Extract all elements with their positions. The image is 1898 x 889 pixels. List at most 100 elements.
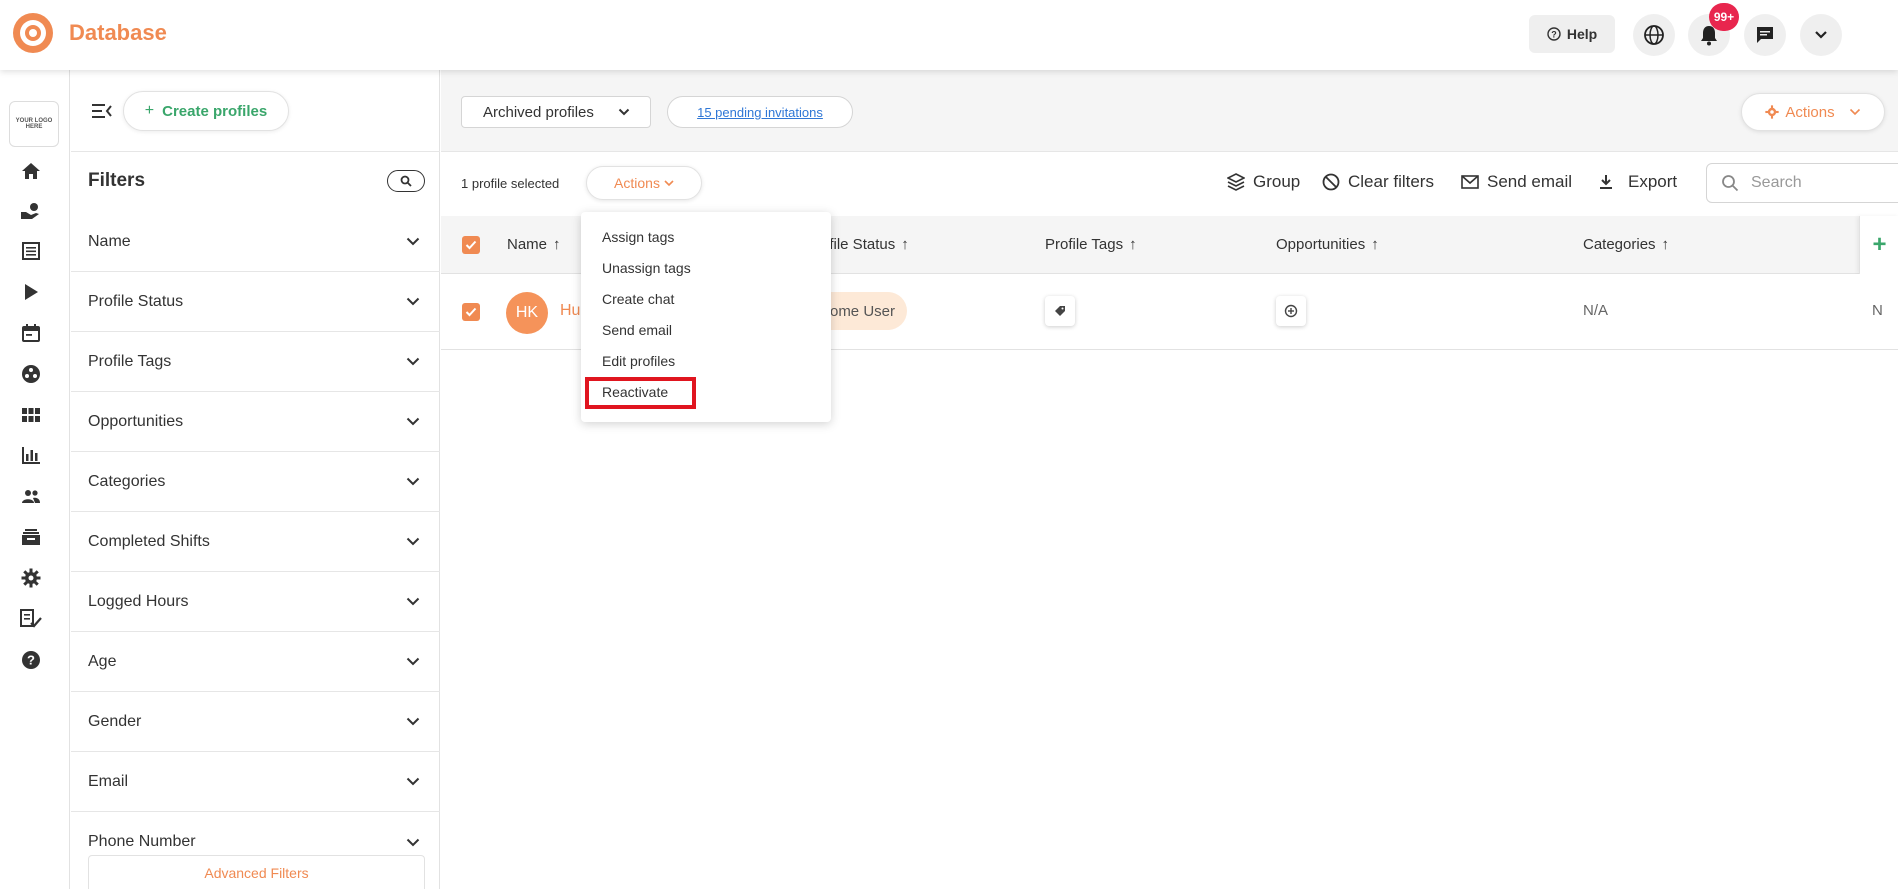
chevron-down-icon (406, 357, 420, 366)
globe-icon (1644, 25, 1664, 45)
filter-name[interactable]: Name (71, 212, 440, 272)
filter-categories[interactable]: Categories (71, 452, 440, 512)
filter-email[interactable]: Email (71, 752, 440, 812)
sort-arrow-icon: ↑ (553, 236, 561, 253)
chevron-down-icon (406, 477, 420, 486)
play-icon[interactable] (20, 281, 42, 303)
sort-arrow-icon: ↑ (901, 236, 909, 253)
clear-filters-label: Clear filters (1348, 172, 1434, 191)
search-icon (1722, 175, 1739, 192)
menu-item-assign-tags[interactable]: Assign tags (602, 229, 674, 245)
search-box[interactable] (1706, 163, 1898, 203)
filters-header: + Create profiles (71, 70, 440, 152)
filter-gender[interactable]: Gender (71, 692, 440, 752)
add-opportunity-button[interactable] (1276, 296, 1306, 326)
column-header-name[interactable]: Name ↑ (507, 236, 561, 253)
export-label: Export (1628, 172, 1678, 191)
filter-label: Phone Number (88, 833, 196, 850)
chevron-down-icon (406, 537, 420, 546)
profile-view-select[interactable]: Archived profiles (461, 96, 651, 128)
row-checkbox[interactable] (462, 303, 480, 321)
pending-invitations-link[interactable]: 15 pending invitations (667, 96, 853, 128)
svg-text:?: ? (1551, 30, 1557, 40)
chevron-down-icon (406, 297, 420, 306)
create-profiles-button[interactable]: + Create profiles (123, 91, 289, 131)
menu-item-edit-profiles[interactable]: Edit profiles (602, 353, 675, 369)
add-column-button[interactable]: + (1859, 216, 1898, 274)
categories-cell: N/A (1583, 302, 1609, 319)
grid-icon[interactable] (20, 404, 42, 426)
app-logo-icon[interactable] (12, 12, 54, 54)
filters-search-button[interactable] (387, 170, 425, 192)
calendar-icon[interactable] (20, 322, 42, 344)
bulk-actions-button[interactable]: Actions (586, 166, 702, 200)
column-header-profile-tags[interactable]: Profile Tags ↑ (1045, 236, 1137, 253)
filter-label: Age (88, 652, 117, 670)
gear-icon[interactable] (20, 567, 42, 589)
bulk-actions-label: Actions (614, 175, 660, 191)
language-button[interactable] (1633, 14, 1675, 56)
menu-item-create-chat[interactable]: Create chat (602, 291, 674, 307)
select-all-checkbox[interactable] (462, 236, 480, 254)
sort-arrow-icon: ↑ (1661, 236, 1670, 253)
group-button[interactable]: Group (1227, 172, 1300, 192)
advanced-filters-button[interactable]: Advanced Filters (88, 855, 425, 889)
filter-label: Gender (88, 712, 142, 730)
group-circle-icon[interactable] (20, 363, 42, 385)
search-input[interactable] (1751, 174, 1871, 192)
column-header-opportunities[interactable]: Opportunities ↑ (1276, 236, 1379, 253)
chevron-down-icon (664, 179, 674, 186)
clear-filters-button[interactable]: Clear filters (1322, 172, 1434, 192)
main-actions-button[interactable]: Actions (1741, 93, 1885, 131)
filter-profile-status[interactable]: Profile Status (71, 272, 440, 332)
home-icon[interactable] (20, 160, 42, 182)
volunteer-icon[interactable] (20, 200, 42, 222)
chevron-down-icon (406, 417, 420, 426)
filter-label: Name (88, 232, 131, 250)
main-top-bar: Archived profiles 15 pending invitations… (441, 70, 1898, 152)
filter-profile-tags[interactable]: Profile Tags (71, 332, 440, 392)
send-email-button[interactable]: Send email (1461, 172, 1572, 192)
filter-age[interactable]: Age (71, 632, 440, 692)
column-header-profile-status[interactable]: ofile Status ↑ (821, 236, 909, 253)
collapse-menu-icon[interactable] (91, 102, 113, 120)
people-icon[interactable] (20, 485, 42, 507)
inbox-icon[interactable] (20, 526, 42, 548)
check-icon (465, 240, 477, 250)
help-button[interactable]: ? Help (1529, 15, 1615, 53)
chevron-down-icon (406, 657, 420, 666)
checklist-icon[interactable] (20, 608, 42, 630)
profile-name-link[interactable]: Hu (560, 302, 580, 320)
notification-badge: 99+ (1709, 3, 1739, 31)
column-header-categories[interactable]: Categories ↑ (1583, 236, 1669, 253)
chevron-down-icon (406, 237, 420, 246)
avatar: HK (506, 292, 548, 334)
column-label: Name (507, 236, 548, 253)
menu-item-send-email[interactable]: Send email (602, 322, 672, 338)
chart-icon[interactable] (20, 444, 42, 466)
filter-logged-hours[interactable]: Logged Hours (71, 572, 440, 632)
account-menu-button[interactable] (1800, 14, 1842, 56)
filter-opportunities[interactable]: Opportunities (71, 392, 440, 452)
plus-circle-icon (1284, 304, 1298, 318)
help-icon[interactable]: ? (20, 649, 42, 671)
column-label: Profile Tags (1045, 236, 1124, 253)
chat-button[interactable] (1744, 14, 1786, 56)
column-label: Opportunities (1276, 236, 1366, 253)
add-tag-button[interactable] (1045, 296, 1075, 326)
icon-rail: YOUR LOGO HERE ? (0, 70, 70, 889)
chevron-down-icon (406, 717, 420, 726)
org-logo[interactable]: YOUR LOGO HERE (9, 101, 59, 147)
menu-item-unassign-tags[interactable]: Unassign tags (602, 260, 691, 276)
list-icon[interactable] (20, 240, 42, 262)
column-label: ofile Status (821, 236, 896, 253)
export-button[interactable]: Export (1598, 172, 1677, 192)
filter-completed-shifts[interactable]: Completed Shifts (71, 512, 440, 572)
top-bar: Database ? Help 99+ (0, 0, 1898, 70)
check-icon (465, 307, 477, 317)
main-actions-label: Actions (1785, 103, 1835, 121)
create-profiles-label: Create profiles (162, 102, 268, 120)
tag-icon (1055, 306, 1065, 316)
group-label: Group (1253, 172, 1301, 191)
download-icon (1600, 175, 1612, 189)
